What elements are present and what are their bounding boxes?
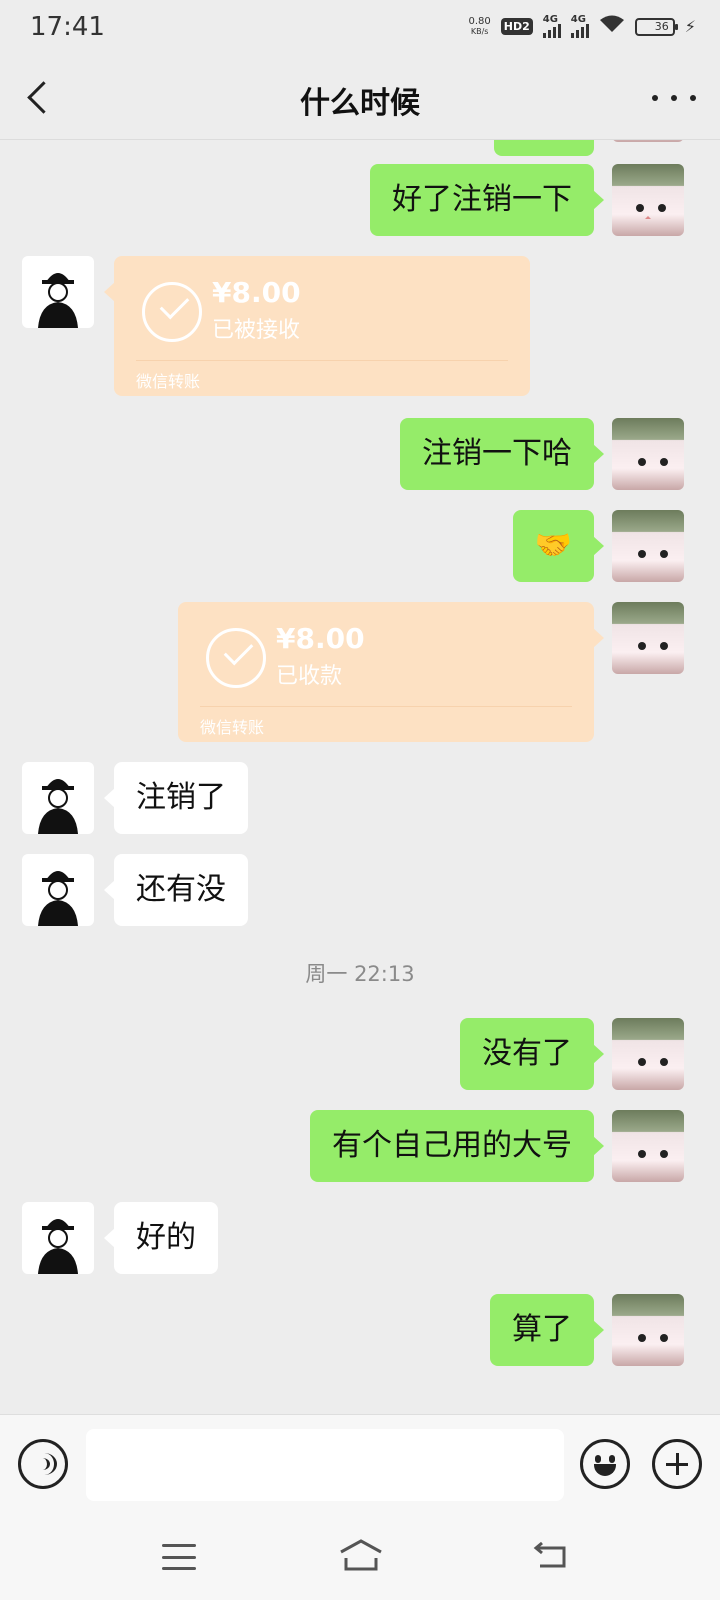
menu-icon[interactable] xyxy=(162,1544,196,1570)
chat-title: 什么时候 xyxy=(300,86,420,121)
my-avatar[interactable] xyxy=(612,1294,684,1366)
transfer-divider xyxy=(200,706,572,707)
network-speed-value: 0.80 xyxy=(468,15,491,27)
emoji-eye xyxy=(595,1455,601,1463)
my-avatar[interactable] xyxy=(612,140,684,142)
status-icons: 0.80 KB/s HD2 4G 4G 36 ⚡ xyxy=(468,13,696,39)
check-circle-icon xyxy=(142,282,202,342)
my-avatar[interactable] xyxy=(612,510,684,582)
contact-avatar[interactable] xyxy=(22,762,94,834)
transfer-divider xyxy=(136,360,508,361)
voice-input-icon[interactable] xyxy=(18,1439,68,1489)
emoji-icon[interactable] xyxy=(580,1439,630,1489)
my-avatar[interactable] xyxy=(612,1110,684,1182)
message-bubble[interactable]: 注销一下哈 xyxy=(400,418,604,490)
battery-icon: 36 xyxy=(634,17,678,36)
network-speed-unit: KB/s xyxy=(470,26,489,36)
message-bubble[interactable]: 没有了 xyxy=(460,1018,604,1090)
transfer-card[interactable]: ¥8.00 已收款 微信转账 xyxy=(178,602,604,742)
message-list[interactable]: 好了注销一下 ¥8.00 已被接收 微信转账 注销一下哈 🤝 ¥8.00 已收款… xyxy=(0,140,720,1414)
transfer-status: 已被接收 xyxy=(212,318,301,343)
message-bubble[interactable]: 好的 xyxy=(104,1202,218,1274)
transfer-source: 微信转账 xyxy=(200,718,265,737)
message-input-bar xyxy=(0,1414,720,1512)
signal-icon-2: 4G xyxy=(570,13,589,38)
message-input[interactable] xyxy=(86,1429,564,1501)
transfer-amount: ¥8.00 xyxy=(212,276,301,309)
chat-header: 什么时候 xyxy=(0,56,720,140)
message-bubble[interactable]: 还有没 xyxy=(104,854,248,926)
message-bubble[interactable]: 好了注销一下 xyxy=(370,164,604,236)
emoji-message-bubble[interactable]: 🤝 xyxy=(512,510,605,582)
contact-avatar[interactable] xyxy=(22,256,94,328)
wifi-icon xyxy=(599,14,625,39)
home-icon[interactable] xyxy=(338,1538,384,1572)
status-bar: 17:41 0.80 KB/s HD2 4G 4G 36 ⚡ xyxy=(0,0,720,56)
partial-message-bubble xyxy=(494,140,594,156)
message-bubble[interactable]: 有个自己用的大号 xyxy=(310,1110,604,1182)
signal-type-label: 4G xyxy=(542,13,558,25)
my-avatar[interactable] xyxy=(612,602,684,674)
emoji-eye xyxy=(609,1455,615,1463)
charging-icon: ⚡ xyxy=(684,17,696,36)
check-circle-icon xyxy=(206,628,266,688)
message-timestamp: 周一 22:13 xyxy=(305,962,415,986)
contact-avatar[interactable] xyxy=(22,1202,94,1274)
contact-avatar[interactable] xyxy=(22,854,94,926)
hd-voice-icon: HD2 xyxy=(500,18,533,35)
network-speed: 0.80 KB/s xyxy=(468,15,491,37)
my-avatar[interactable] xyxy=(612,1018,684,1090)
message-bubble[interactable]: 注销了 xyxy=(104,762,248,834)
emoji-mouth xyxy=(594,1464,616,1476)
my-avatar[interactable] xyxy=(612,418,684,490)
transfer-source: 微信转账 xyxy=(136,372,201,391)
system-navigation-bar xyxy=(0,1512,720,1600)
transfer-status: 已收款 xyxy=(276,664,343,689)
transfer-amount: ¥8.00 xyxy=(276,622,365,655)
system-back-icon[interactable] xyxy=(532,1541,568,1570)
signal-type-label-2: 4G xyxy=(570,13,586,25)
signal-icon: 4G xyxy=(542,13,561,38)
add-attachment-icon[interactable] xyxy=(652,1439,702,1489)
status-time: 17:41 xyxy=(30,12,105,42)
more-options-icon[interactable] xyxy=(652,86,696,110)
my-avatar[interactable] xyxy=(612,164,684,236)
transfer-card[interactable]: ¥8.00 已被接收 微信转账 xyxy=(104,256,530,396)
message-bubble[interactable]: 算了 xyxy=(490,1294,604,1366)
